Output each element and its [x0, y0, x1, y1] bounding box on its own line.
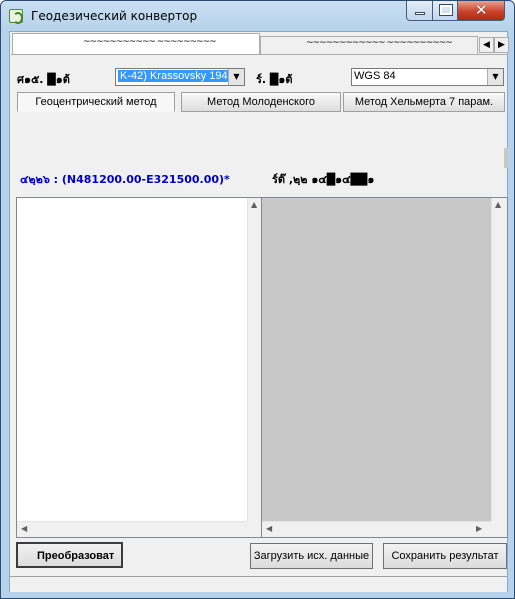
top-tab-1[interactable]: ~~~~~~~~~~~ ~~~~~~~~~ [12, 33, 260, 55]
client-area: ~~~~~~~~~~~ ~~~~~~~~~ ~~~~~~~~~~~~ ~~~~~… [9, 31, 509, 592]
method-parameters-panel [16, 118, 506, 178]
maximize-button[interactable] [432, 1, 458, 21]
tab-molodensky[interactable]: Метод Молоденского [181, 92, 341, 112]
chevron-down-icon[interactable]: ▼ [228, 69, 244, 85]
source-ellipsoid-value: K-42) Krassovsky 1942 [118, 70, 236, 82]
app-window: Геодезический конвертор ✕ ~~~~~~~~~~~ ~~… [0, 0, 515, 599]
source-ellipsoid-label: ศ๑๕. █๑ต้ [17, 73, 70, 86]
top-tab-strip: ~~~~~~~~~~~ ~~~~~~~~~ ~~~~~~~~~~~~ ~~~~~… [11, 33, 509, 55]
right-info-label: ร์ต๊ ,๒ฺ๒ ๑๔█๑๔██๑ [272, 173, 375, 186]
save-result-button[interactable]: Сохранить результат [383, 543, 507, 569]
maximize-icon [439, 4, 453, 16]
top-tab-2-label: ~~~~~~~~~~~~ ~~~~~~~~~~ [306, 38, 453, 48]
scroll-up-icon[interactable]: ▲ [495, 200, 501, 209]
scroll-right-icon[interactable]: ▶ [476, 524, 482, 533]
chevron-down-icon[interactable]: ▼ [487, 69, 503, 85]
top-tab-2[interactable]: ~~~~~~~~~~~~ ~~~~~~~~~~ [260, 36, 478, 55]
scroll-left-icon[interactable]: ◀ [21, 524, 27, 533]
scrollbar-corner [491, 521, 507, 537]
params-scrollbar[interactable] [504, 148, 508, 168]
app-icon [9, 9, 23, 24]
target-ellipsoid-value: WGS 84 [354, 70, 396, 82]
zone-value: (N481200.00-E321500.00)* [61, 173, 230, 186]
result-data-textarea[interactable]: ▲ ▼ ◀ ▶ [261, 197, 508, 538]
window-title: Геодезический конвертор [31, 9, 198, 23]
convert-button[interactable]: Преобразоват [16, 542, 123, 568]
tab-geocentric[interactable]: Геоцентрический метод [17, 92, 175, 112]
zone-prefix: ๔๒ฺ๒๖ : [20, 173, 59, 186]
status-bar [10, 576, 507, 592]
scroll-up-icon[interactable]: ▲ [251, 200, 257, 209]
top-tab-1-label: ~~~~~~~~~~~ ~~~~~~~~~ [83, 37, 217, 47]
result-horizontal-scrollbar[interactable]: ◀ ▶ [262, 521, 491, 537]
result-vertical-scrollbar[interactable]: ▲ ▼ [491, 198, 507, 537]
source-ellipsoid-select[interactable]: K-42) Krassovsky 1942 ▼ [115, 68, 245, 86]
minimize-button[interactable] [406, 1, 433, 21]
tab-scroll-left-button[interactable]: ◀ [479, 37, 494, 53]
scroll-left-icon[interactable]: ◀ [266, 524, 272, 533]
target-ellipsoid-label: ร์. █๑ต้ [256, 73, 293, 86]
zone-info: ๔๒ฺ๒๖ : (N481200.00-E321500.00)* [20, 170, 230, 188]
close-icon: ✕ [475, 1, 488, 19]
source-horizontal-scrollbar[interactable]: ◀ [17, 521, 247, 537]
tab-helmert[interactable]: Метод Хельмерта 7 парам. [343, 92, 505, 112]
minimize-icon [415, 12, 425, 15]
tab-scroll-right-button[interactable]: ▶ [494, 37, 509, 53]
source-data-textarea[interactable]: ▲ ▼ ◀ [16, 197, 264, 538]
load-source-button[interactable]: Загрузить исх. данные [250, 543, 373, 569]
close-button[interactable]: ✕ [457, 1, 505, 21]
title-bar[interactable]: Геодезический конвертор ✕ [1, 1, 514, 31]
tab-divider [11, 54, 507, 55]
target-ellipsoid-select[interactable]: WGS 84 ▼ [351, 68, 504, 86]
